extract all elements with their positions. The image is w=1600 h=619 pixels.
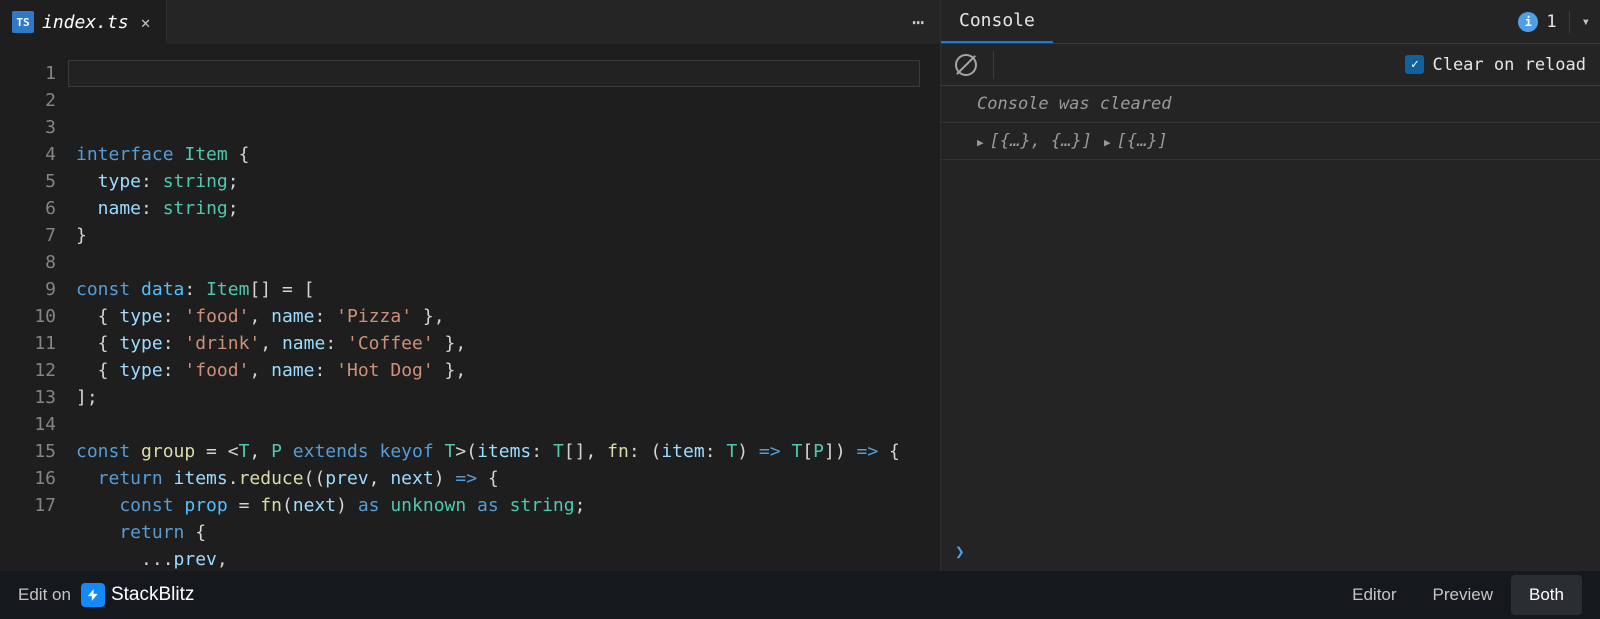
file-tab[interactable]: TS index.ts ✕ xyxy=(0,0,167,44)
file-tab-name: index.ts xyxy=(42,12,129,33)
line-number: 6 xyxy=(0,195,56,222)
both-view-button[interactable]: Both xyxy=(1511,575,1582,615)
line-number: 14 xyxy=(0,411,56,438)
code-line[interactable]: } xyxy=(76,222,940,249)
info-icon[interactable]: i xyxy=(1518,12,1538,32)
line-number: 2 xyxy=(0,87,56,114)
more-actions-icon[interactable]: ⋯ xyxy=(896,0,940,44)
code-editor[interactable]: 1234567891011121314151617 interface Item… xyxy=(0,44,940,571)
editor-view-button[interactable]: Editor xyxy=(1334,575,1414,615)
preview-view-button[interactable]: Preview xyxy=(1415,575,1511,615)
edit-on-label: Edit on xyxy=(18,585,71,605)
typescript-icon: TS xyxy=(12,11,34,33)
line-number: 16 xyxy=(0,465,56,492)
console-log-entry[interactable]: ▶[{…}, {…}] ▶[{…}] xyxy=(941,123,1600,160)
code-line[interactable] xyxy=(76,249,940,276)
clear-on-reload-label: Clear on reload xyxy=(1432,55,1586,75)
code-line[interactable]: { type: 'food', name: 'Hot Dog' }, xyxy=(76,357,940,384)
checkbox-icon[interactable]: ✓ xyxy=(1405,55,1424,74)
brand-name[interactable]: StackBlitz xyxy=(111,584,194,606)
line-number: 3 xyxy=(0,114,56,141)
code-line[interactable]: name: string; xyxy=(76,195,940,222)
console-toolbar: ✓ Clear on reload xyxy=(941,44,1600,86)
line-number: 8 xyxy=(0,249,56,276)
console-input-prompt[interactable]: ❯ xyxy=(941,532,1600,571)
expand-triangle-icon[interactable]: ▶ xyxy=(977,136,984,149)
code-content[interactable]: interface Item { type: string; name: str… xyxy=(76,60,940,571)
active-line-highlight xyxy=(68,60,920,87)
code-line[interactable]: interface Item { xyxy=(76,141,940,168)
line-number: 7 xyxy=(0,222,56,249)
line-number: 4 xyxy=(0,141,56,168)
editor-tab-bar: TS index.ts ✕ ⋯ xyxy=(0,0,940,44)
code-line[interactable]: ]; xyxy=(76,384,940,411)
expand-triangle-icon[interactable]: ▶ xyxy=(1104,136,1111,149)
code-line[interactable]: const data: Item[] = [ xyxy=(76,276,940,303)
line-number: 9 xyxy=(0,276,56,303)
code-line[interactable]: const group = <T, P extends keyof T>(ite… xyxy=(76,438,940,465)
line-number: 10 xyxy=(0,303,56,330)
clear-on-reload-toggle[interactable]: ✓ Clear on reload xyxy=(1405,55,1586,75)
line-gutter: 1234567891011121314151617 xyxy=(0,60,76,571)
line-number: 13 xyxy=(0,384,56,411)
code-line[interactable]: return items.reduce((prev, next) => { xyxy=(76,465,940,492)
line-number: 12 xyxy=(0,357,56,384)
code-line[interactable] xyxy=(76,411,940,438)
info-count: 1 xyxy=(1546,12,1556,32)
console-tab-bar: Console i 1 ▾ xyxy=(941,0,1600,44)
editor-pane: TS index.ts ✕ ⋯ 123456789101112131415161… xyxy=(0,0,941,571)
code-line[interactable]: const prop = fn(next) as unknown as stri… xyxy=(76,492,940,519)
console-cleared-message: Console was cleared xyxy=(941,86,1600,123)
chevron-down-icon[interactable]: ▾ xyxy=(1582,14,1590,30)
code-line[interactable]: ...prev, xyxy=(76,546,940,571)
console-tab[interactable]: Console xyxy=(941,0,1053,43)
console-messages: Console was cleared ▶[{…}, {…}] ▶[{…}] xyxy=(941,86,1600,532)
code-line[interactable]: { type: 'drink', name: 'Coffee' }, xyxy=(76,330,940,357)
view-mode-switcher: Editor Preview Both xyxy=(1334,575,1582,615)
code-line[interactable]: type: string; xyxy=(76,168,940,195)
code-line[interactable]: return { xyxy=(76,519,940,546)
line-number: 15 xyxy=(0,438,56,465)
console-pane: Console i 1 ▾ ✓ Clear on reload Console … xyxy=(941,0,1600,571)
line-number: 5 xyxy=(0,168,56,195)
line-number: 1 xyxy=(0,60,56,87)
close-icon[interactable]: ✕ xyxy=(137,11,155,34)
bottom-bar: Edit on StackBlitz Editor Preview Both xyxy=(0,571,1600,619)
bolt-icon[interactable] xyxy=(81,583,105,607)
line-number: 11 xyxy=(0,330,56,357)
line-number: 17 xyxy=(0,492,56,519)
code-line[interactable]: { type: 'food', name: 'Pizza' }, xyxy=(76,303,940,330)
clear-console-icon[interactable] xyxy=(955,54,977,76)
